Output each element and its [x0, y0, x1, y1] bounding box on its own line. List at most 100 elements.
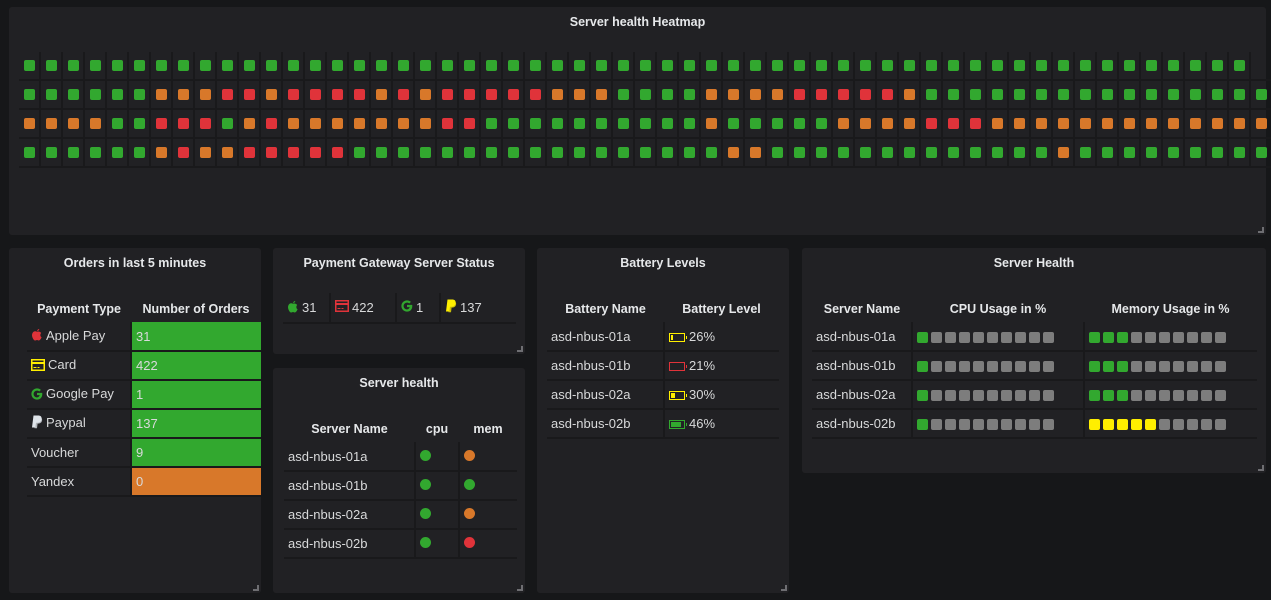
- heatmap-cell[interactable]: [525, 139, 547, 166]
- heatmap-cell[interactable]: [85, 52, 107, 79]
- heatmap-cell[interactable]: [833, 139, 855, 166]
- column-header[interactable]: Payment Type: [27, 296, 131, 322]
- heatmap-cell[interactable]: [723, 139, 745, 166]
- heatmap-cell[interactable]: [657, 110, 679, 137]
- heatmap-cell[interactable]: [833, 52, 855, 79]
- heatmap-cell[interactable]: [877, 110, 899, 137]
- heatmap-cell[interactable]: [173, 139, 195, 166]
- heatmap-cell[interactable]: [239, 110, 261, 137]
- heatmap-cell[interactable]: [327, 81, 349, 108]
- column-header[interactable]: cpu: [415, 416, 459, 442]
- heatmap-cell[interactable]: [129, 52, 151, 79]
- heatmap-cell[interactable]: [1009, 52, 1031, 79]
- heatmap-cell[interactable]: [107, 81, 129, 108]
- heatmap-cell[interactable]: [1185, 139, 1207, 166]
- heatmap-cell[interactable]: [569, 81, 591, 108]
- heatmap-cell[interactable]: [1251, 81, 1271, 108]
- heatmap-cell[interactable]: [987, 139, 1009, 166]
- heatmap-cell[interactable]: [437, 81, 459, 108]
- heatmap-cell[interactable]: [613, 52, 635, 79]
- heatmap-cell[interactable]: [437, 52, 459, 79]
- heatmap-cell[interactable]: [1031, 52, 1053, 79]
- heatmap-cell[interactable]: [437, 139, 459, 166]
- heatmap-cell[interactable]: [503, 81, 525, 108]
- heatmap-cell[interactable]: [635, 139, 657, 166]
- heatmap-cell[interactable]: [679, 139, 701, 166]
- heatmap-cell[interactable]: [41, 52, 63, 79]
- heatmap-cell[interactable]: [701, 110, 723, 137]
- heatmap-cell[interactable]: [19, 139, 41, 166]
- heatmap-cell[interactable]: [1251, 139, 1271, 166]
- heatmap-cell[interactable]: [1229, 110, 1251, 137]
- heatmap-cell[interactable]: [195, 81, 217, 108]
- heatmap-cell[interactable]: [1009, 110, 1031, 137]
- heatmap-cell[interactable]: [415, 52, 437, 79]
- heatmap-cell[interactable]: [789, 52, 811, 79]
- heatmap-cell[interactable]: [745, 81, 767, 108]
- heatmap-cell[interactable]: [41, 139, 63, 166]
- heatmap-cell[interactable]: [19, 81, 41, 108]
- heatmap-cell[interactable]: [525, 81, 547, 108]
- heatmap-cell[interactable]: [1075, 110, 1097, 137]
- heatmap-cell[interactable]: [19, 52, 41, 79]
- heatmap-cell[interactable]: [943, 139, 965, 166]
- heatmap-cell[interactable]: [547, 81, 569, 108]
- heatmap-cell[interactable]: [723, 110, 745, 137]
- heatmap-cell[interactable]: [1031, 110, 1053, 137]
- heatmap-cell[interactable]: [305, 81, 327, 108]
- resize-handle[interactable]: [1258, 465, 1264, 471]
- heatmap-cell[interactable]: [965, 81, 987, 108]
- heatmap-cell[interactable]: [547, 139, 569, 166]
- heatmap-cell[interactable]: [855, 139, 877, 166]
- heatmap-cell[interactable]: [195, 139, 217, 166]
- heatmap-cell[interactable]: [1207, 52, 1229, 79]
- heatmap-cell[interactable]: [1053, 139, 1075, 166]
- heatmap-cell[interactable]: [987, 52, 1009, 79]
- heatmap-cell[interactable]: [239, 81, 261, 108]
- heatmap-cell[interactable]: [767, 139, 789, 166]
- heatmap-cell[interactable]: [503, 110, 525, 137]
- heatmap-cell[interactable]: [1163, 139, 1185, 166]
- heatmap-cell[interactable]: [283, 52, 305, 79]
- heatmap-cell[interactable]: [19, 110, 41, 137]
- heatmap-cell[interactable]: [1229, 81, 1251, 108]
- heatmap-cell[interactable]: [723, 81, 745, 108]
- heatmap-cell[interactable]: [569, 110, 591, 137]
- column-header[interactable]: Memory Usage in %: [1084, 296, 1257, 322]
- heatmap-cell[interactable]: [943, 110, 965, 137]
- heatmap-cell[interactable]: [481, 52, 503, 79]
- heatmap-cell[interactable]: [877, 81, 899, 108]
- heatmap-cell[interactable]: [1229, 139, 1251, 166]
- heatmap-cell[interactable]: [283, 139, 305, 166]
- heatmap-cell[interactable]: [635, 81, 657, 108]
- heatmap-cell[interactable]: [1097, 81, 1119, 108]
- heatmap-cell[interactable]: [701, 52, 723, 79]
- heatmap-cell[interactable]: [591, 81, 613, 108]
- heatmap-cell[interactable]: [327, 52, 349, 79]
- heatmap-cell[interactable]: [63, 139, 85, 166]
- heatmap-cell[interactable]: [305, 139, 327, 166]
- heatmap-cell[interactable]: [261, 139, 283, 166]
- heatmap-cell[interactable]: [1031, 139, 1053, 166]
- heatmap-cell[interactable]: [811, 81, 833, 108]
- resize-handle[interactable]: [253, 585, 259, 591]
- heatmap-cell[interactable]: [129, 110, 151, 137]
- heatmap-cell[interactable]: [613, 81, 635, 108]
- heatmap-cell[interactable]: [745, 110, 767, 137]
- heatmap-cell[interactable]: [151, 139, 173, 166]
- heatmap-cell[interactable]: [1053, 110, 1075, 137]
- heatmap-cell[interactable]: [1097, 139, 1119, 166]
- heatmap-cell[interactable]: [987, 110, 1009, 137]
- heatmap-cell[interactable]: [591, 110, 613, 137]
- heatmap-cell[interactable]: [855, 110, 877, 137]
- heatmap-cell[interactable]: [459, 110, 481, 137]
- heatmap-cell[interactable]: [569, 139, 591, 166]
- heatmap-cell[interactable]: [415, 139, 437, 166]
- heatmap-cell[interactable]: [393, 110, 415, 137]
- heatmap-cell[interactable]: [1229, 52, 1251, 79]
- heatmap-cell[interactable]: [217, 139, 239, 166]
- heatmap-cell[interactable]: [1163, 110, 1185, 137]
- heatmap-cell[interactable]: [679, 110, 701, 137]
- heatmap-cell[interactable]: [1185, 81, 1207, 108]
- heatmap-cell[interactable]: [481, 139, 503, 166]
